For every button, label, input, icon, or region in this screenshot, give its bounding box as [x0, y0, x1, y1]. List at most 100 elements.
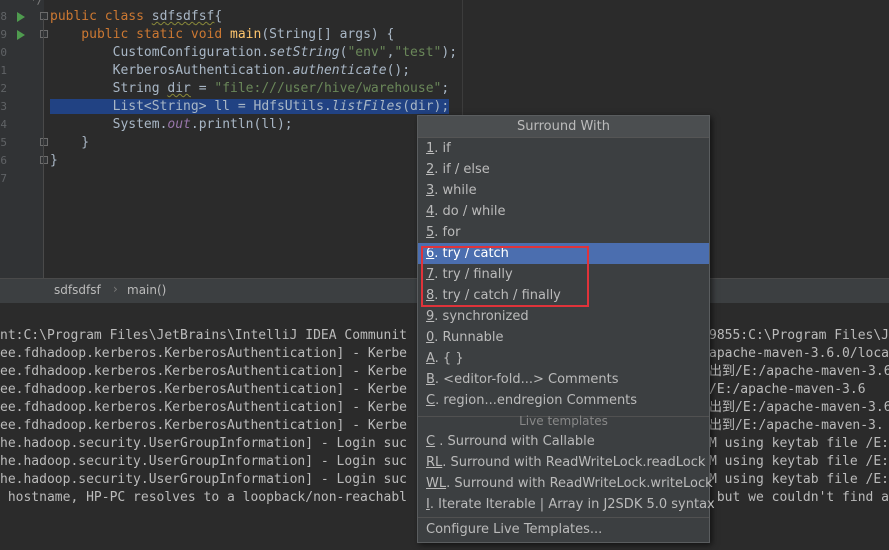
surround-item[interactable]: 9. synchronized	[418, 306, 709, 327]
menu-item-label: . Surround with Callable	[435, 434, 595, 449]
console-line-left: ee.fdhadoop.kerberos.KerberosAuthenticat…	[0, 400, 407, 415]
mnemonic: A	[426, 351, 435, 366]
surround-item[interactable]: A. { }	[418, 348, 709, 369]
code-line[interactable]: public class sdfsdfsf{	[50, 8, 222, 26]
console-line-right: M using keytab file /E:	[709, 454, 889, 469]
console-line-left: he.hadoop.security.UserGroupInformation]…	[0, 472, 407, 487]
surround-item[interactable]: B. <editor-fold...> Comments	[418, 369, 709, 390]
fold-method-icon[interactable]	[40, 30, 48, 38]
console-line-right: 出到/E:/apache-maven-3.	[709, 418, 884, 433]
menu-item-label: . synchronized	[434, 309, 529, 324]
surround-item[interactable]: 2. if / else	[418, 159, 709, 180]
console-line-left: hostname, HP-PC resolves to a loopback/n…	[0, 490, 407, 505]
line-number: 2	[0, 82, 7, 95]
code-token: }	[50, 153, 58, 168]
comment-fragment: */	[30, 0, 44, 7]
code-token: "test"	[394, 45, 442, 60]
line-number: 9	[0, 28, 7, 41]
mnemonic: WL	[426, 476, 447, 491]
code-token: "env"	[347, 45, 387, 60]
mnemonic: C	[426, 393, 436, 408]
console-line-left: ee.fdhadoop.kerberos.KerberosAuthenticat…	[0, 364, 407, 379]
menu-item-label: . Runnable	[434, 330, 504, 345]
code-line[interactable]: String dir = "file:///user/hive/warehous…	[50, 80, 450, 98]
code-token: List<String> ll = HdfsUtils.	[50, 99, 332, 114]
live-template-item[interactable]: WL. Surround with ReadWriteLock.writeLoc…	[418, 473, 713, 494]
menu-item-label: . for	[434, 225, 461, 240]
line-number: 0	[0, 46, 7, 59]
menu-item-label: . region...endregion Comments	[435, 393, 638, 408]
console-line-right: /E:/apache-maven-3.6	[709, 382, 866, 397]
surround-item[interactable]: 0. Runnable	[418, 327, 709, 348]
code-token: setString	[269, 45, 340, 60]
fold-end-class-icon[interactable]	[40, 156, 48, 164]
code-token: =	[190, 81, 215, 96]
console-line-left: he.hadoop.security.UserGroupInformation]…	[0, 436, 407, 451]
fold-guide	[43, 18, 44, 278]
code-token: authenticate	[292, 63, 387, 78]
code-line[interactable]: CustomConfiguration.setString("env","tes…	[50, 44, 457, 62]
code-line[interactable]: }	[50, 134, 89, 152]
code-token: listFiles	[331, 99, 403, 114]
surround-item[interactable]: 4. do / while	[418, 201, 709, 222]
console-line-right: 出到/E:/apache-maven-3.6	[709, 364, 889, 379]
line-number: 8	[0, 10, 7, 23]
live-template-item[interactable]: C . Surround with Callable	[418, 431, 709, 452]
editor-scrollbar[interactable]	[879, 0, 889, 278]
console-line-left: ee.fdhadoop.kerberos.KerberosAuthenticat…	[0, 382, 407, 397]
console-line-right: M using keytab file /E:	[709, 472, 889, 487]
configure-live-templates-link[interactable]: Configure Live Templates...	[418, 519, 709, 540]
menu-item-label: . { }	[434, 351, 464, 366]
console-line-right: M using keytab file /E:	[709, 436, 889, 451]
line-number: 5	[0, 136, 7, 149]
mnemonic: B	[426, 372, 435, 387]
line-number: 3	[0, 100, 7, 113]
popup-title: Surround With	[418, 116, 709, 138]
code-token: CustomConfiguration.	[50, 45, 270, 60]
code-token: {	[214, 9, 223, 24]
menu-item-label: . do / while	[434, 204, 506, 219]
code-token: );	[441, 45, 458, 60]
live-template-item[interactable]: RL. Surround with ReadWriteLock.readLock	[418, 452, 709, 473]
surround-with-popup[interactable]: Surround With 1. if 2. if / else 3. while 4…	[417, 115, 715, 543]
code-token: (dir);	[402, 99, 450, 114]
code-line[interactable]: public static void main(String[] args) {	[50, 26, 394, 44]
code-token: (String[] args) {	[261, 27, 395, 42]
live-templates-heading: Live templates	[519, 414, 608, 428]
console-line-left: he.hadoop.security.UserGroupInformation]…	[0, 454, 407, 469]
surround-item[interactable]: 3. while	[418, 180, 709, 201]
line-number: 6	[0, 154, 7, 167]
menu-item-label: . while	[434, 183, 477, 198]
run-method-icon[interactable]	[17, 30, 25, 40]
breadcrumb-method[interactable]: main()	[127, 283, 166, 297]
code-token: .println(ll);	[190, 117, 293, 132]
console-line-right: 9855:C:\Program Files\J	[709, 328, 889, 343]
breadcrumb-class[interactable]: sdfsdfsf	[54, 283, 101, 297]
surround-item[interactable]: 5. for	[418, 222, 709, 243]
code-line[interactable]: }	[50, 152, 58, 170]
code-line[interactable]: List<String> ll = HdfsUtils.listFiles(di…	[50, 98, 450, 116]
code-token: public class	[50, 9, 152, 24]
menu-item-label: . <editor-fold...> Comments	[434, 372, 619, 387]
menu-item-label: . if	[434, 141, 451, 156]
line-number: 7	[0, 172, 7, 185]
surround-item[interactable]: C. region...endregion Comments	[418, 390, 709, 411]
surround-item[interactable]: 1. if	[418, 138, 709, 159]
console-line-right: 出到/E:/apache-maven-3.6	[709, 400, 889, 415]
run-class-icon[interactable]	[17, 12, 25, 22]
code-token: out	[167, 117, 191, 132]
console-line-left: nt:C:\Program Files\JetBrains\IntelliJ I…	[0, 328, 407, 343]
live-template-item[interactable]: I. Iterate Iterable | Array in J2SDK 5.0…	[418, 494, 715, 515]
code-token: ();	[386, 63, 411, 78]
line-number: 1	[0, 64, 7, 77]
code-token: main	[230, 27, 262, 42]
code-line[interactable]: System.out.println(ll);	[50, 116, 293, 134]
menu-item-label: . Surround with ReadWriteLock.readLock	[442, 455, 706, 470]
fold-class-icon[interactable]	[40, 12, 48, 20]
menu-item-label: . Surround with ReadWriteLock.writeLock	[446, 476, 713, 491]
fold-end-method-icon[interactable]	[40, 138, 48, 146]
code-line[interactable]: KerberosAuthentication.authenticate();	[50, 62, 410, 80]
line-number: 4	[0, 118, 7, 131]
code-token: String	[50, 81, 168, 96]
line-gutter: */ 8 9 0 1 2 3 4 5 6 7	[0, 0, 48, 278]
